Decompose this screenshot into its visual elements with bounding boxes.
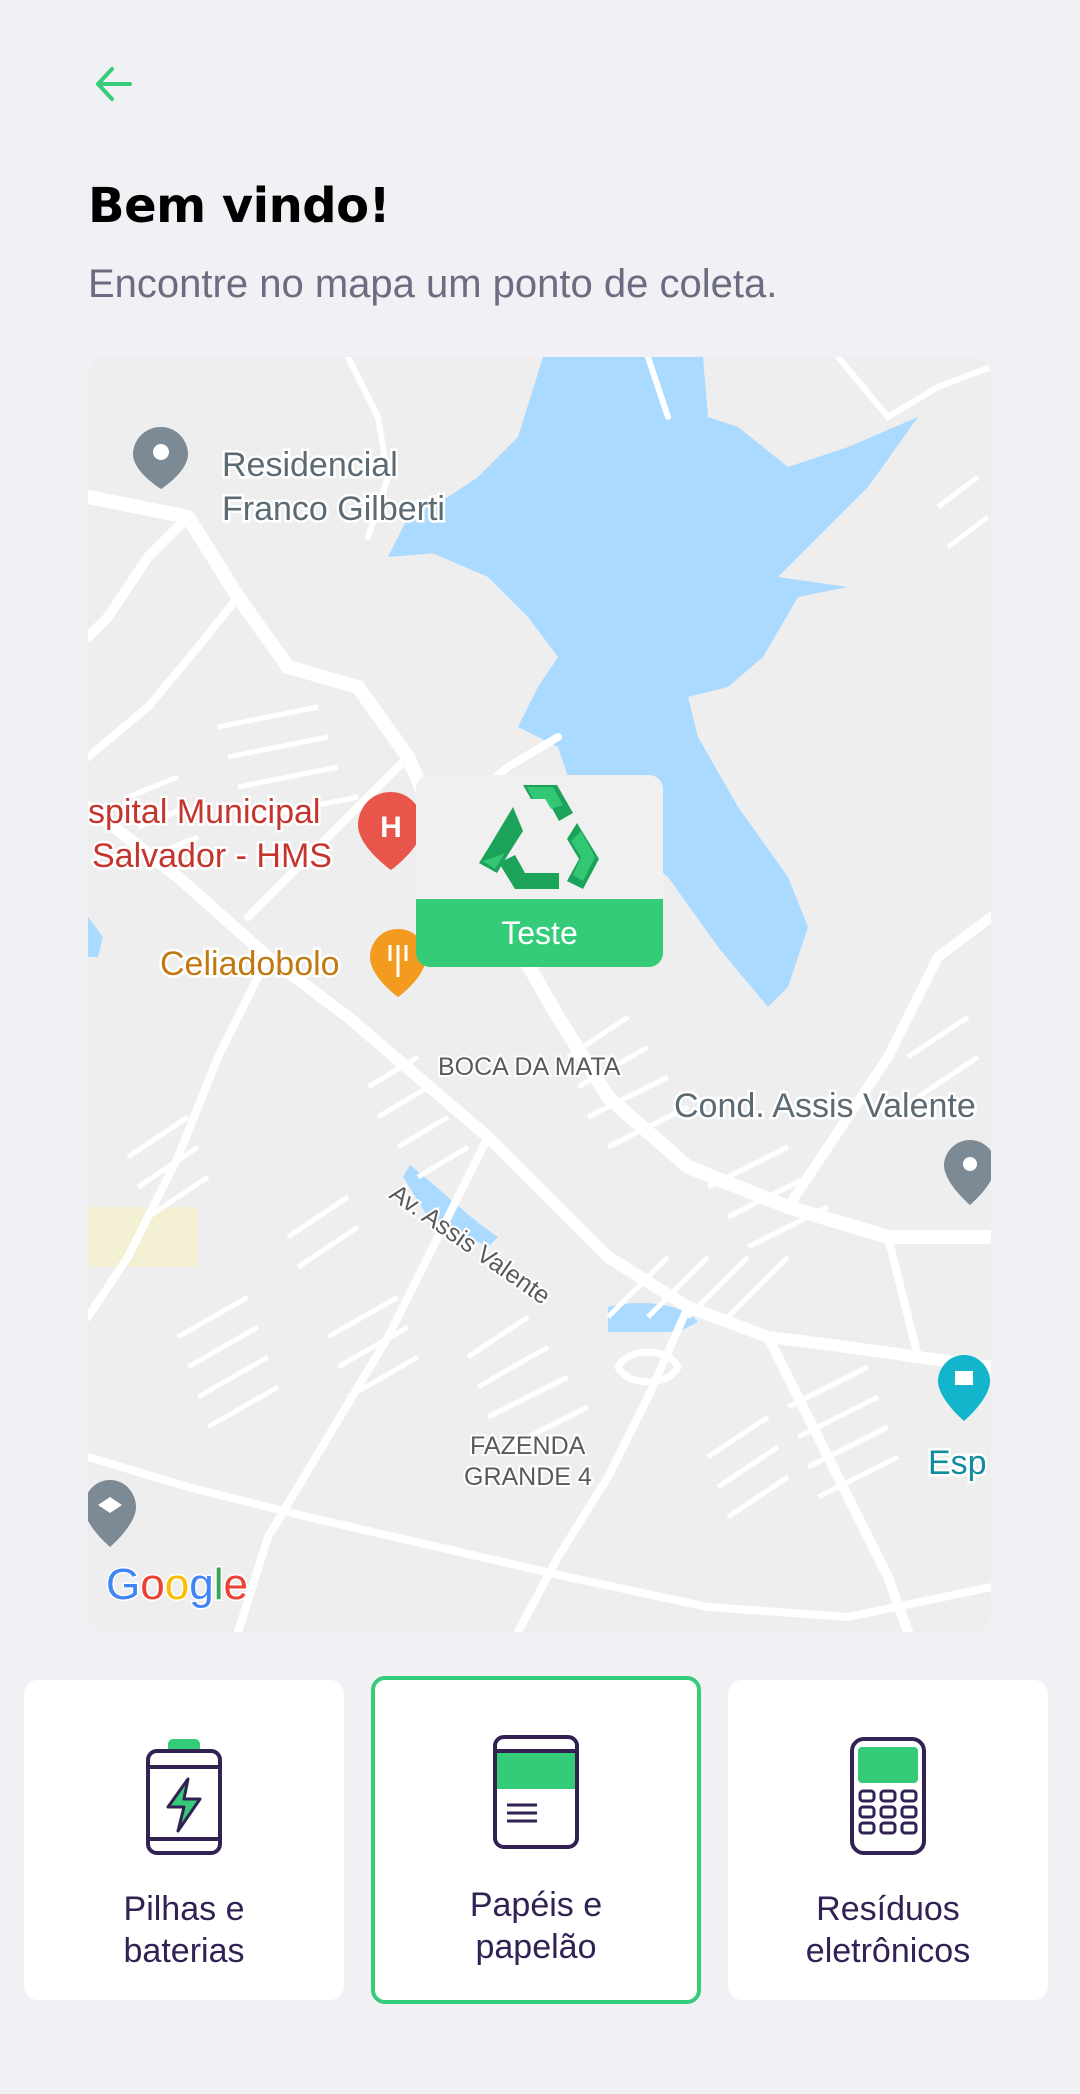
electronics-icon [828, 1736, 948, 1856]
map-label-esp: Esp [928, 1444, 987, 1482]
item-residuos-eletronicos[interactable]: Resíduos eletrônicos [728, 1680, 1048, 2000]
map-label-fazenda-1: FAZENDA [470, 1432, 586, 1460]
item-pilhas-baterias[interactable]: Pilhas e baterias [24, 1680, 344, 2000]
page-subtitle: Encontre no mapa um ponto de coleta. [88, 262, 778, 306]
map-label-fazenda-2: GRANDE 4 [464, 1463, 592, 1491]
map-label-hospital-2: Salvador - HMS [92, 837, 332, 875]
google-logo: Google [105, 1559, 250, 1611]
recycle-icon [478, 785, 599, 889]
map-label-celiadobolo: Celiadobolo [160, 945, 340, 983]
paper-icon [476, 1732, 596, 1852]
arrow-left-icon [96, 67, 132, 101]
page-title: Bem vindo! [88, 178, 391, 234]
svg-text:H: H [380, 811, 402, 844]
map-view[interactable]: H Residencial Franco Gilberti spital Mun… [88, 357, 991, 1632]
collection-point-marker[interactable]: Teste [416, 775, 663, 967]
map-label-franco: Franco Gilberti [222, 490, 445, 528]
item-label: Papéis e papelão [469, 1886, 603, 1966]
items-list: Pilhas e baterias Papéis e papelão Resíd… [24, 1676, 1056, 2004]
back-button[interactable] [88, 58, 140, 110]
marker-label: Teste [416, 899, 663, 967]
item-label: Pilhas e baterias [123, 1890, 245, 1970]
item-papeis-papelao[interactable]: Papéis e papelão [371, 1676, 701, 2004]
map-label-cond: Cond. Assis Valente [674, 1087, 976, 1125]
map-label-hospital-1: spital Municipal [88, 793, 320, 831]
svg-text:Google: Google [106, 1560, 248, 1609]
item-label: Resíduos eletrônicos [805, 1890, 971, 1970]
map-label-residencial: Residencial [222, 446, 398, 484]
marker-image [416, 775, 663, 899]
battery-icon [124, 1736, 244, 1856]
map-label-boca-da-mata: BOCA DA MATA [438, 1053, 621, 1081]
